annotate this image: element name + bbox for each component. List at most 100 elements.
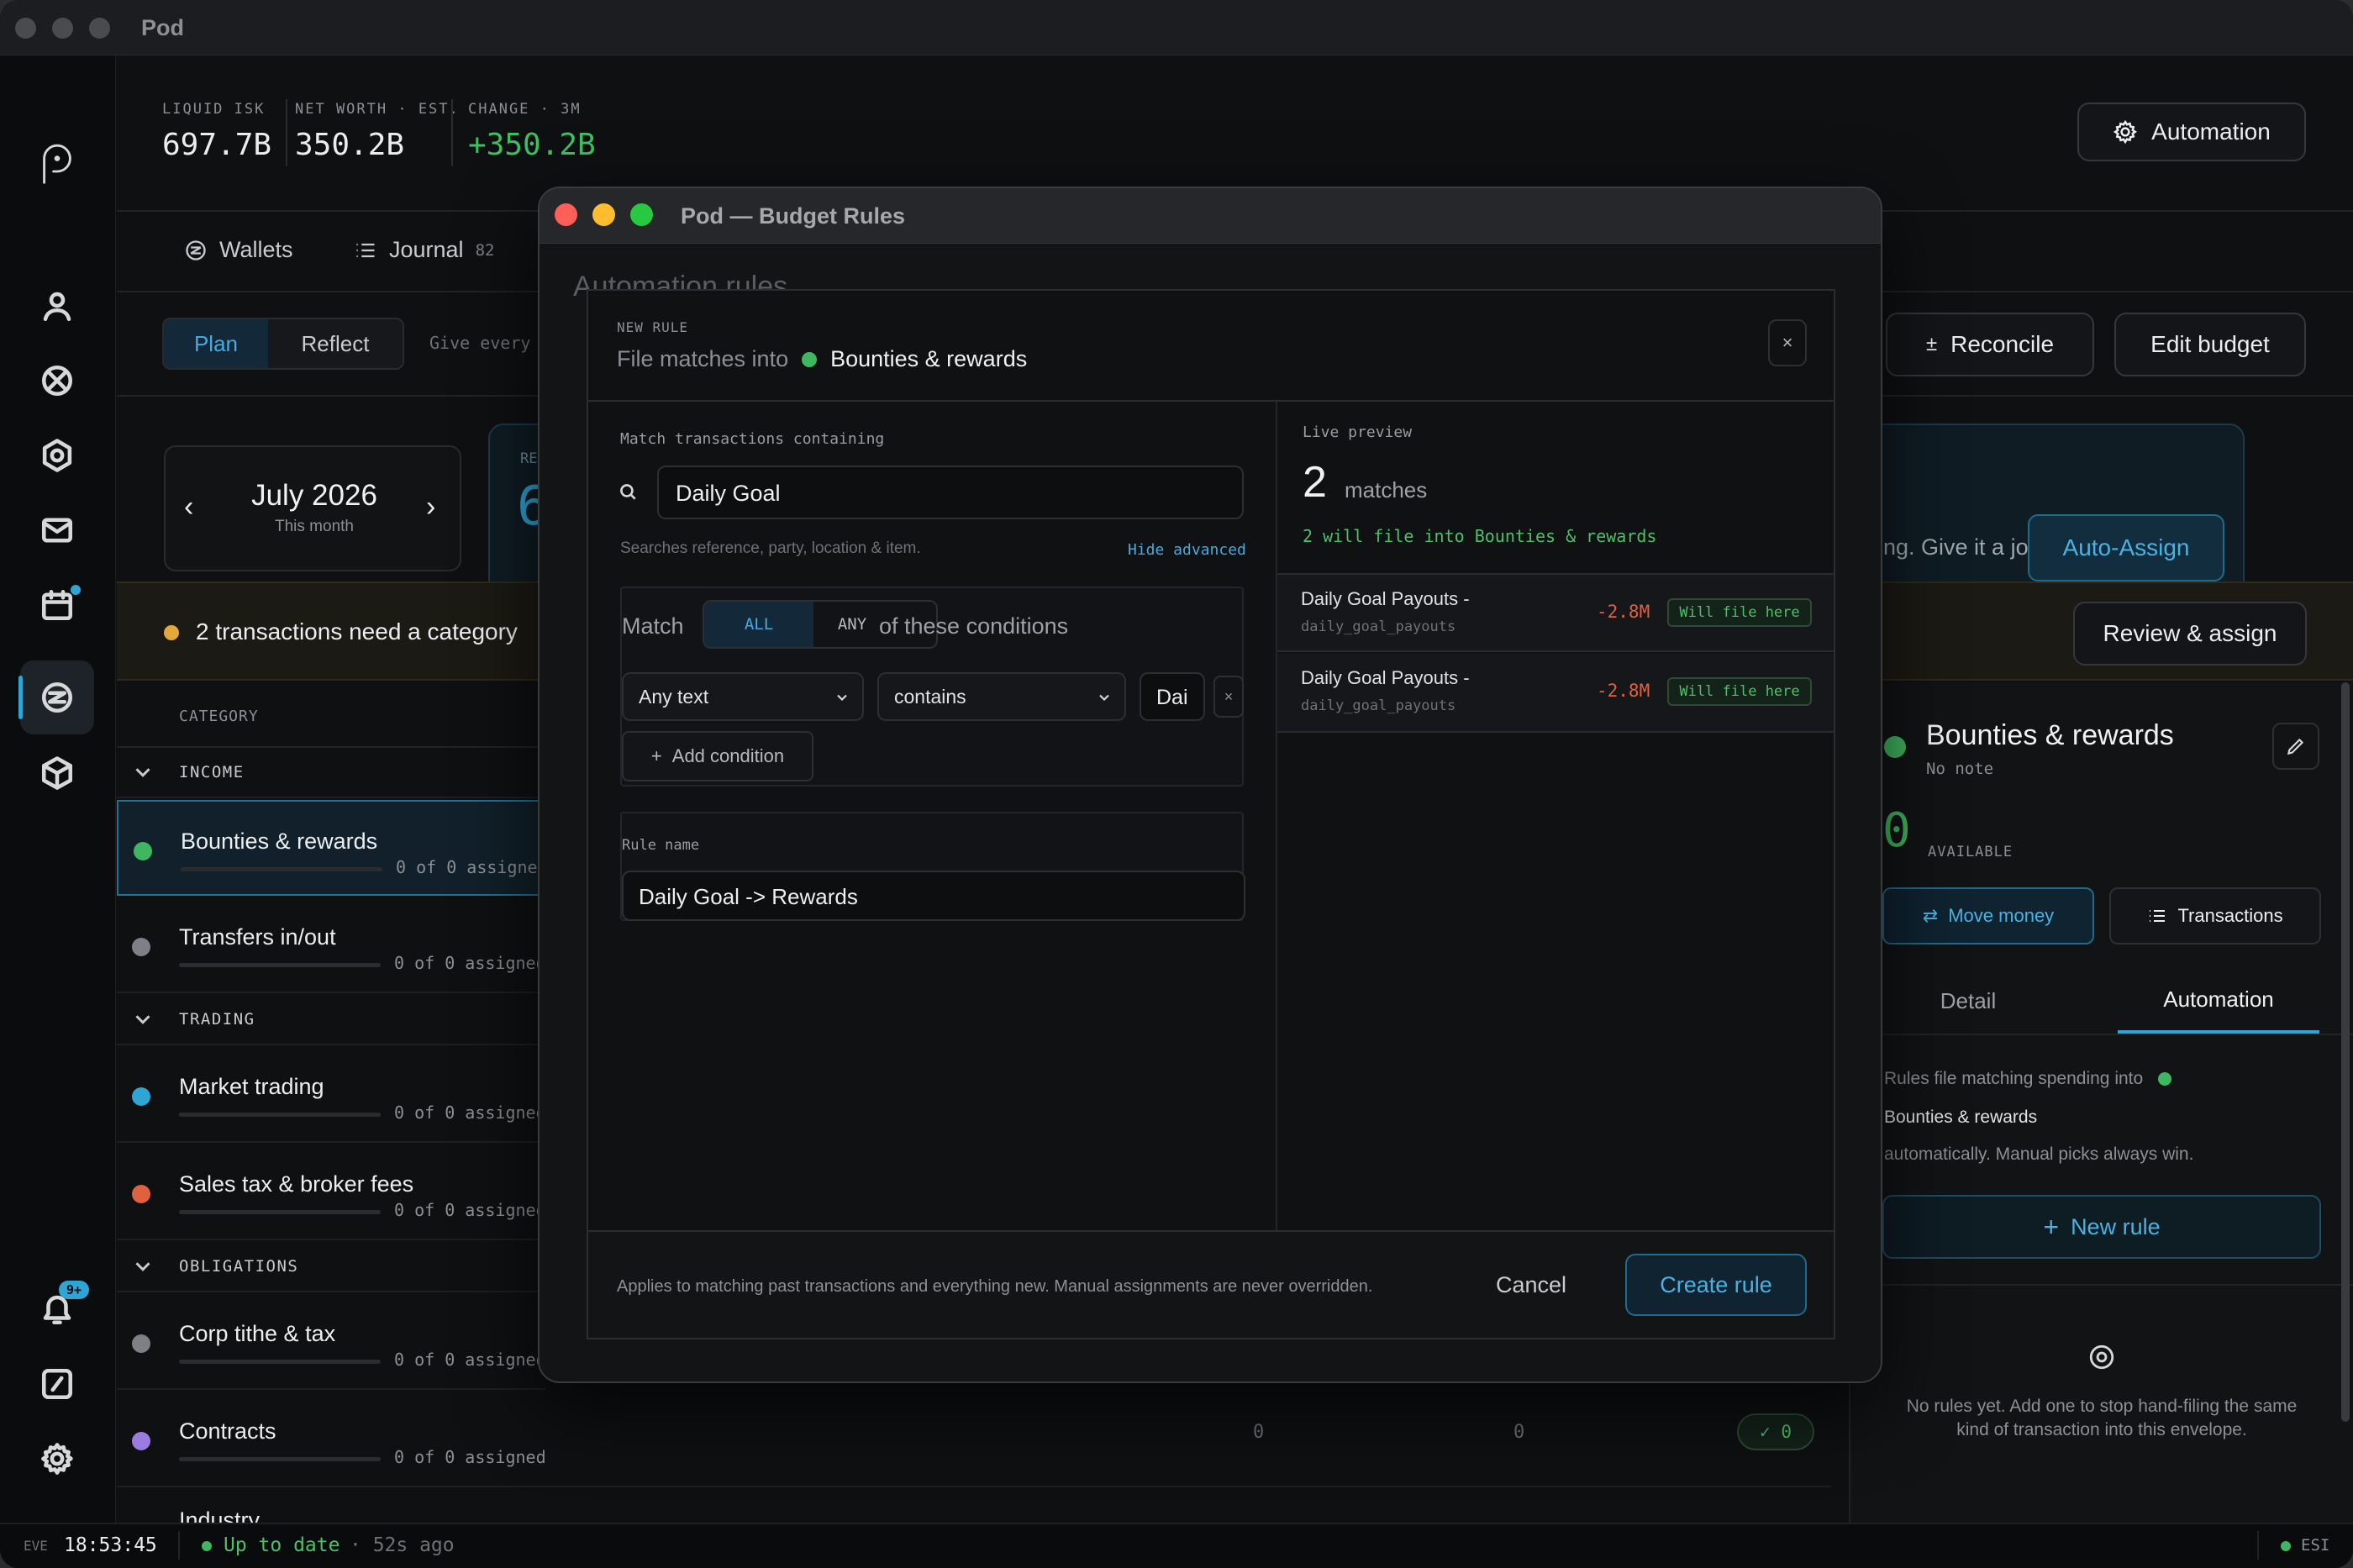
- divider: [2257, 1531, 2259, 1560]
- profile-icon[interactable]: [35, 284, 79, 328]
- preview-row-title: Daily Goal Payouts -: [1301, 588, 1470, 609]
- divider: [588, 400, 1834, 402]
- reflect-button[interactable]: Reflect: [268, 319, 403, 368]
- group-header-obligations[interactable]: OBLIGATIONS: [117, 1242, 545, 1292]
- tab-journal-label: Journal: [389, 237, 464, 262]
- category-color-dot: [132, 938, 150, 956]
- stat-value: 350.2B: [295, 128, 405, 162]
- reconcile-label: Reconcile: [1950, 331, 2055, 357]
- auto-assign-button[interactable]: Auto-Assign: [2028, 514, 2224, 581]
- category-row[interactable]: Transfers in/out 0 of 0 assigned: [117, 897, 546, 993]
- eve-label: EVE: [24, 1538, 48, 1554]
- gear-icon[interactable]: [35, 1437, 79, 1481]
- plan-button[interactable]: Plan: [164, 319, 268, 368]
- chevron-down-icon: [1099, 694, 1109, 702]
- chevron-down-icon: [135, 768, 150, 777]
- close-window-button[interactable]: [15, 18, 36, 39]
- modal-zoom-button[interactable]: [630, 203, 653, 226]
- assigned-text: 0 of 0 assigned: [394, 1102, 546, 1123]
- bell-icon[interactable]: 9+: [35, 1281, 89, 1331]
- preview-row[interactable]: Daily Goal Payouts - daily_goal_payouts …: [1277, 654, 1834, 733]
- rule-name-card: Rule name Daily Goal -> Rewards: [620, 812, 1245, 921]
- group-label: OBLIGATIONS: [179, 1257, 299, 1276]
- notification-count-badge: 9+: [59, 1281, 89, 1299]
- network-icon[interactable]: [35, 359, 79, 403]
- category-row[interactable]: Contracts 0 of 0 assigned 0 0 ✓ 0: [117, 1392, 1831, 1487]
- title-bar: Pod: [0, 0, 2353, 55]
- category-row[interactable]: Corp tithe & tax 0 of 0 assigned: [117, 1294, 546, 1390]
- rules-help-line1: Rules file matching spending into: [1884, 1069, 2144, 1088]
- edit-budget-button[interactable]: Edit budget: [2114, 313, 2306, 376]
- preview-label: Live preview: [1303, 424, 1413, 441]
- automation-button[interactable]: Automation: [2077, 103, 2306, 161]
- swap-icon: ⇄: [1922, 905, 1939, 926]
- stat-divider: [451, 99, 453, 166]
- hide-advanced-link[interactable]: Hide advanced: [1128, 541, 1246, 559]
- modal-minimize-button[interactable]: [592, 203, 615, 226]
- stat-net-worth: NET WORTH · EST. 350.2B: [295, 101, 460, 162]
- gauge-icon[interactable]: [35, 1362, 79, 1406]
- zoom-window-button[interactable]: [89, 18, 110, 39]
- new-rule-label: New rule: [2071, 1213, 2161, 1239]
- app-window: Pod 9+ LIQUID ISK 697.7B NET WORTH · EST…: [0, 0, 2353, 1568]
- chevron-down-icon: [135, 1262, 150, 1271]
- hexagon-icon[interactable]: [35, 434, 79, 477]
- ready-label: RE: [520, 450, 538, 467]
- rule-name-input[interactable]: Daily Goal -> Rewards: [622, 871, 1245, 921]
- condition-operator-select[interactable]: contains: [877, 672, 1126, 721]
- category-row[interactable]: Market trading 0 of 0 assigned: [117, 1047, 546, 1143]
- tab-journal[interactable]: Journal 82: [354, 237, 494, 263]
- budget-rules-modal: Pod — Budget Rules Automation rules NEW …: [538, 187, 1882, 1383]
- move-money-button[interactable]: ⇄ Move money: [1882, 887, 2094, 944]
- calendar-icon[interactable]: [35, 583, 81, 627]
- cube-icon[interactable]: [35, 751, 79, 795]
- mail-icon[interactable]: [35, 508, 79, 552]
- preview-matches-word: matches: [1345, 477, 1428, 502]
- budget-icon[interactable]: [35, 676, 79, 719]
- tab-detail[interactable]: Detail: [1850, 968, 2086, 1034]
- add-condition-button[interactable]: + Add condition: [622, 731, 813, 781]
- plan-reflect-toggle: Plan Reflect: [162, 318, 404, 370]
- preview-row-amount: -2.8M: [1597, 602, 1650, 622]
- category-row-selected[interactable]: Bounties & rewards 0 of 0 assigned: [117, 800, 548, 896]
- assigned-progress-bar: [179, 1457, 381, 1461]
- create-rule-button[interactable]: Create rule: [1625, 1254, 1807, 1316]
- pencil-icon: [2287, 738, 2304, 755]
- edit-category-button[interactable]: [2272, 723, 2319, 770]
- column-divider: [1276, 402, 1277, 1230]
- search-hint: Searches reference, party, location & it…: [620, 539, 921, 557]
- group-header-income[interactable]: INCOME: [117, 748, 545, 798]
- group-label: INCOME: [179, 763, 245, 781]
- month-label: July 2026: [251, 479, 377, 512]
- group-header-trading[interactable]: TRADING: [117, 995, 545, 1045]
- category-row[interactable]: Sales tax & broker fees 0 of 0 assigned: [117, 1144, 546, 1240]
- condition-value-input[interactable]: Dai: [1140, 672, 1205, 721]
- preview-row[interactable]: Daily Goal Payouts - daily_goal_payouts …: [1277, 573, 1834, 652]
- new-rule-button[interactable]: + New rule: [1882, 1195, 2321, 1259]
- modal-close-button[interactable]: [555, 203, 577, 226]
- review-assign-button[interactable]: Review & assign: [2073, 602, 2307, 666]
- match-all-button[interactable]: ALL: [704, 602, 813, 647]
- category-name: Sales tax & broker fees: [179, 1171, 414, 1197]
- sync-status: Up to date: [224, 1534, 340, 1556]
- preview-row-amount: -2.8M: [1597, 681, 1650, 701]
- scrollbar[interactable]: [2341, 682, 2350, 1422]
- next-month-chevron-icon[interactable]: ›: [426, 491, 435, 524]
- reconcile-button[interactable]: ± Reconcile: [1886, 313, 2094, 376]
- alert-text: 2 transactions need a category: [196, 618, 518, 645]
- category-detail-panel: Bounties & rewards No note 0 AVAILABLE ⇄…: [1849, 682, 2353, 1523]
- search-input[interactable]: Daily Goal: [657, 466, 1244, 519]
- remove-condition-button[interactable]: ×: [1213, 676, 1244, 718]
- stat-label: CHANGE · 3M: [468, 101, 582, 118]
- tab-wallets[interactable]: Wallets: [184, 237, 293, 263]
- tab-automation[interactable]: Automation: [2118, 968, 2319, 1034]
- cancel-button[interactable]: Cancel: [1496, 1272, 1566, 1298]
- stat-value: +350.2B: [468, 128, 596, 162]
- close-sheet-button[interactable]: ×: [1768, 319, 1807, 366]
- condition-field-select[interactable]: Any text: [622, 672, 864, 721]
- minimize-window-button[interactable]: [52, 18, 73, 39]
- chevron-down-icon: [135, 1015, 150, 1024]
- pod-logo-icon: [32, 133, 82, 192]
- transactions-button[interactable]: Transactions: [2109, 887, 2321, 944]
- category-name: Transfers in/out: [179, 924, 336, 950]
